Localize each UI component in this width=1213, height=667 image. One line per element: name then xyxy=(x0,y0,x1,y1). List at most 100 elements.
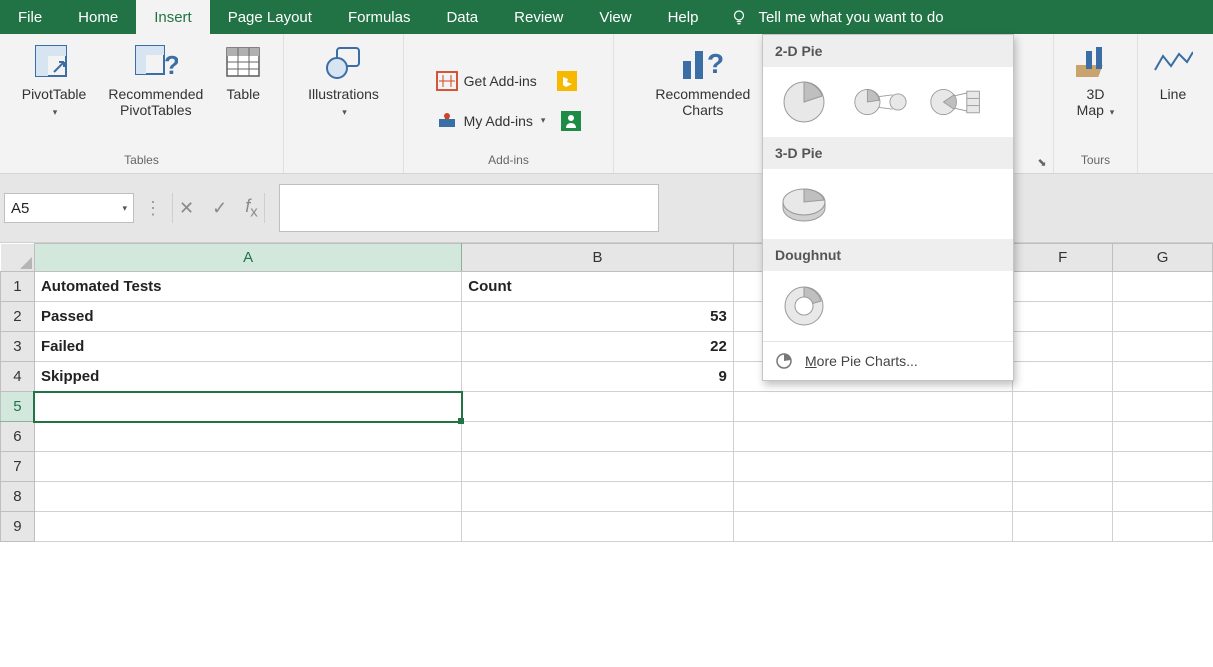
chevron-down-icon: ▾ xyxy=(342,107,347,117)
cell-g3[interactable] xyxy=(1113,332,1213,362)
cell-a1[interactable]: Automated Tests xyxy=(34,272,461,302)
group-tables: PivotTable▾ ? Recommended PivotTables Ta… xyxy=(0,34,284,173)
svg-text:?: ? xyxy=(164,50,178,80)
group-addins: Get Add-ins My Add-ins ▾ Add-ins xyxy=(404,34,614,173)
cell-g4[interactable] xyxy=(1113,362,1213,392)
row-header-7[interactable]: 7 xyxy=(1,452,35,482)
group-label-tours: Tours xyxy=(1081,153,1110,171)
tab-page-layout[interactable]: Page Layout xyxy=(210,0,330,34)
cell-a4[interactable]: Skipped xyxy=(34,362,461,392)
get-addins-button[interactable]: Get Add-ins xyxy=(432,69,581,93)
group-illustrations: Illustrations▾ xyxy=(284,34,404,173)
table-button[interactable]: Table xyxy=(219,38,267,102)
my-addins-button[interactable]: My Add-ins ▾ xyxy=(432,109,586,133)
more-pie-charts-button[interactable]: MMore Pie Charts...ore Pie Charts... xyxy=(763,341,1013,380)
lightbulb-icon xyxy=(730,8,748,26)
doughnut-icon xyxy=(781,284,827,328)
ribbon-tabs: File Home Insert Page Layout Formulas Da… xyxy=(0,0,1213,34)
cell-f2[interactable] xyxy=(1013,302,1113,332)
pivottable-button[interactable]: PivotTable▾ xyxy=(16,38,93,118)
row-header-8[interactable]: 8 xyxy=(1,482,35,512)
tell-me-search[interactable]: Tell me what you want to do xyxy=(716,0,961,34)
formula-bar-input[interactable] xyxy=(279,184,659,232)
tab-insert[interactable]: Insert xyxy=(136,0,210,34)
row-header-4[interactable]: 4 xyxy=(1,362,35,392)
more-pie-charts-label: MMore Pie Charts...ore Pie Charts... xyxy=(805,353,918,369)
cell-b5[interactable] xyxy=(462,392,734,422)
cell-f4[interactable] xyxy=(1013,362,1113,392)
pie-2d-option[interactable] xyxy=(777,79,831,125)
store-icon xyxy=(436,71,458,91)
formula-bar-area: A5 ▾ ⋮ ✕ ✓ fx xyxy=(0,174,1213,243)
bar-of-pie-option[interactable] xyxy=(929,79,983,125)
recommended-charts-icon: ? xyxy=(679,43,727,83)
column-header-a[interactable]: A xyxy=(34,244,461,272)
select-all-button[interactable] xyxy=(1,244,35,272)
sparkline-line-button[interactable]: Line xyxy=(1147,38,1199,102)
name-box[interactable]: A5 ▾ xyxy=(4,193,134,223)
cell-g2[interactable] xyxy=(1113,302,1213,332)
cell-a3[interactable]: Failed xyxy=(34,332,461,362)
cell-b1[interactable]: Count xyxy=(462,272,734,302)
row-header-3[interactable]: 3 xyxy=(1,332,35,362)
tab-home[interactable]: Home xyxy=(60,0,136,34)
group-tours: 3D Map ▾ Tours xyxy=(1054,34,1138,173)
cancel-button[interactable]: ✕ xyxy=(179,198,194,219)
chevron-down-icon: ▾ xyxy=(1110,107,1115,117)
row-header-5[interactable]: 5 xyxy=(1,392,35,422)
recommended-charts-button[interactable]: ? Recommended Charts xyxy=(649,38,756,118)
tell-me-label: Tell me what you want to do xyxy=(758,9,943,26)
tab-formulas[interactable]: Formulas xyxy=(330,0,429,34)
pie-of-pie-option[interactable] xyxy=(853,79,907,125)
name-box-value: A5 xyxy=(11,200,29,217)
enter-button[interactable]: ✓ xyxy=(212,198,227,219)
ribbon: PivotTable▾ ? Recommended PivotTables Ta… xyxy=(0,34,1213,174)
recommended-pivottables-button[interactable]: ? Recommended PivotTables xyxy=(102,38,209,118)
pie-icon xyxy=(781,80,827,124)
cell-g1[interactable] xyxy=(1113,272,1213,302)
cell-a5-selected[interactable] xyxy=(34,392,461,422)
tab-review[interactable]: Review xyxy=(496,0,581,34)
row-header-9[interactable]: 9 xyxy=(1,512,35,542)
tab-data[interactable]: Data xyxy=(428,0,496,34)
dropdown-heading-doughnut: Doughnut xyxy=(763,239,1013,271)
doughnut-option[interactable] xyxy=(777,283,831,329)
pivottable-icon xyxy=(34,44,74,82)
column-header-b[interactable]: B xyxy=(462,244,734,272)
sparkline-line-icon xyxy=(1153,48,1193,78)
column-header-g[interactable]: G xyxy=(1113,244,1213,272)
cell-c5[interactable] xyxy=(733,392,1012,422)
tab-help[interactable]: Help xyxy=(650,0,717,34)
pie-3d-icon xyxy=(779,184,829,224)
cell-b4[interactable]: 9 xyxy=(462,362,734,392)
charts-dialog-launcher[interactable]: ⬊ xyxy=(1035,155,1049,169)
cell-f3[interactable] xyxy=(1013,332,1113,362)
dropdown-heading-3d-pie: 3-D Pie xyxy=(763,137,1013,169)
cell-b2[interactable]: 53 xyxy=(462,302,734,332)
row-header-6[interactable]: 6 xyxy=(1,422,35,452)
group-sparklines: Line xyxy=(1138,34,1208,173)
chevron-down-icon: ▾ xyxy=(541,115,546,126)
formula-bar-buttons: ✕ ✓ fx xyxy=(172,193,265,223)
cell-b3[interactable]: 22 xyxy=(462,332,734,362)
cell-f1[interactable] xyxy=(1013,272,1113,302)
chevron-down-icon: ▾ xyxy=(53,107,58,117)
insert-function-button[interactable]: fx xyxy=(245,196,258,221)
shapes-icon xyxy=(323,44,365,82)
tab-file[interactable]: File xyxy=(0,0,60,34)
row-header-1[interactable]: 1 xyxy=(1,272,35,302)
group-label-tables: Tables xyxy=(124,153,159,171)
cell-f5[interactable] xyxy=(1013,392,1113,422)
tab-view[interactable]: View xyxy=(581,0,649,34)
cell-g5[interactable] xyxy=(1113,392,1213,422)
pie-3d-option[interactable] xyxy=(777,181,831,227)
addins-icon xyxy=(436,111,458,131)
svg-text:?: ? xyxy=(707,48,724,79)
dropdown-heading-2d-pie: 2-D Pie xyxy=(763,35,1013,67)
row-header-2[interactable]: 2 xyxy=(1,302,35,332)
column-header-f[interactable]: F xyxy=(1013,244,1113,272)
3d-map-button[interactable]: 3D Map ▾ xyxy=(1070,38,1122,118)
illustrations-button[interactable]: Illustrations▾ xyxy=(302,38,385,118)
cell-a2[interactable]: Passed xyxy=(34,302,461,332)
bar-of-pie-icon xyxy=(929,80,983,124)
